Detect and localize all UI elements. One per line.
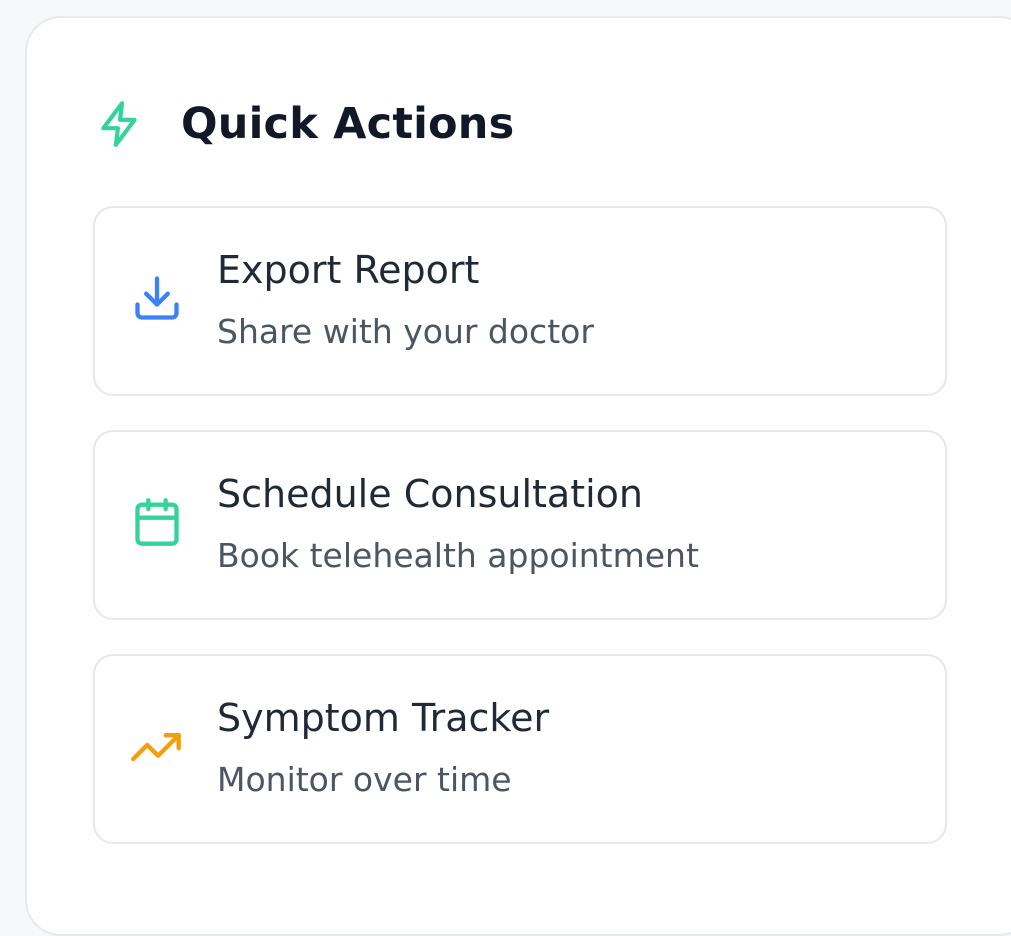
trending-up-icon — [131, 720, 183, 772]
lightning-bolt-icon — [95, 96, 147, 152]
action-title: Export Report — [217, 248, 480, 292]
download-icon — [131, 272, 183, 324]
symptom-tracker-button[interactable]: Symptom Tracker Monitor over time — [93, 654, 947, 844]
action-description: Monitor over time — [217, 760, 512, 799]
action-description: Book telehealth appointment — [217, 536, 699, 575]
action-description: Share with your doctor — [217, 312, 594, 351]
schedule-consultation-button[interactable]: Schedule Consultation Book telehealth ap… — [93, 430, 947, 620]
quick-actions-card: Quick Actions Export Report Share with y… — [25, 16, 1011, 936]
action-title: Schedule Consultation — [217, 472, 643, 516]
quick-actions-list: Export Report Share with your doctor Sch… — [93, 206, 947, 878]
quick-actions-header: Quick Actions — [95, 96, 514, 152]
action-title: Symptom Tracker — [217, 696, 550, 740]
export-report-button[interactable]: Export Report Share with your doctor — [93, 206, 947, 396]
calendar-icon — [131, 496, 183, 548]
panel-title: Quick Actions — [181, 99, 515, 149]
